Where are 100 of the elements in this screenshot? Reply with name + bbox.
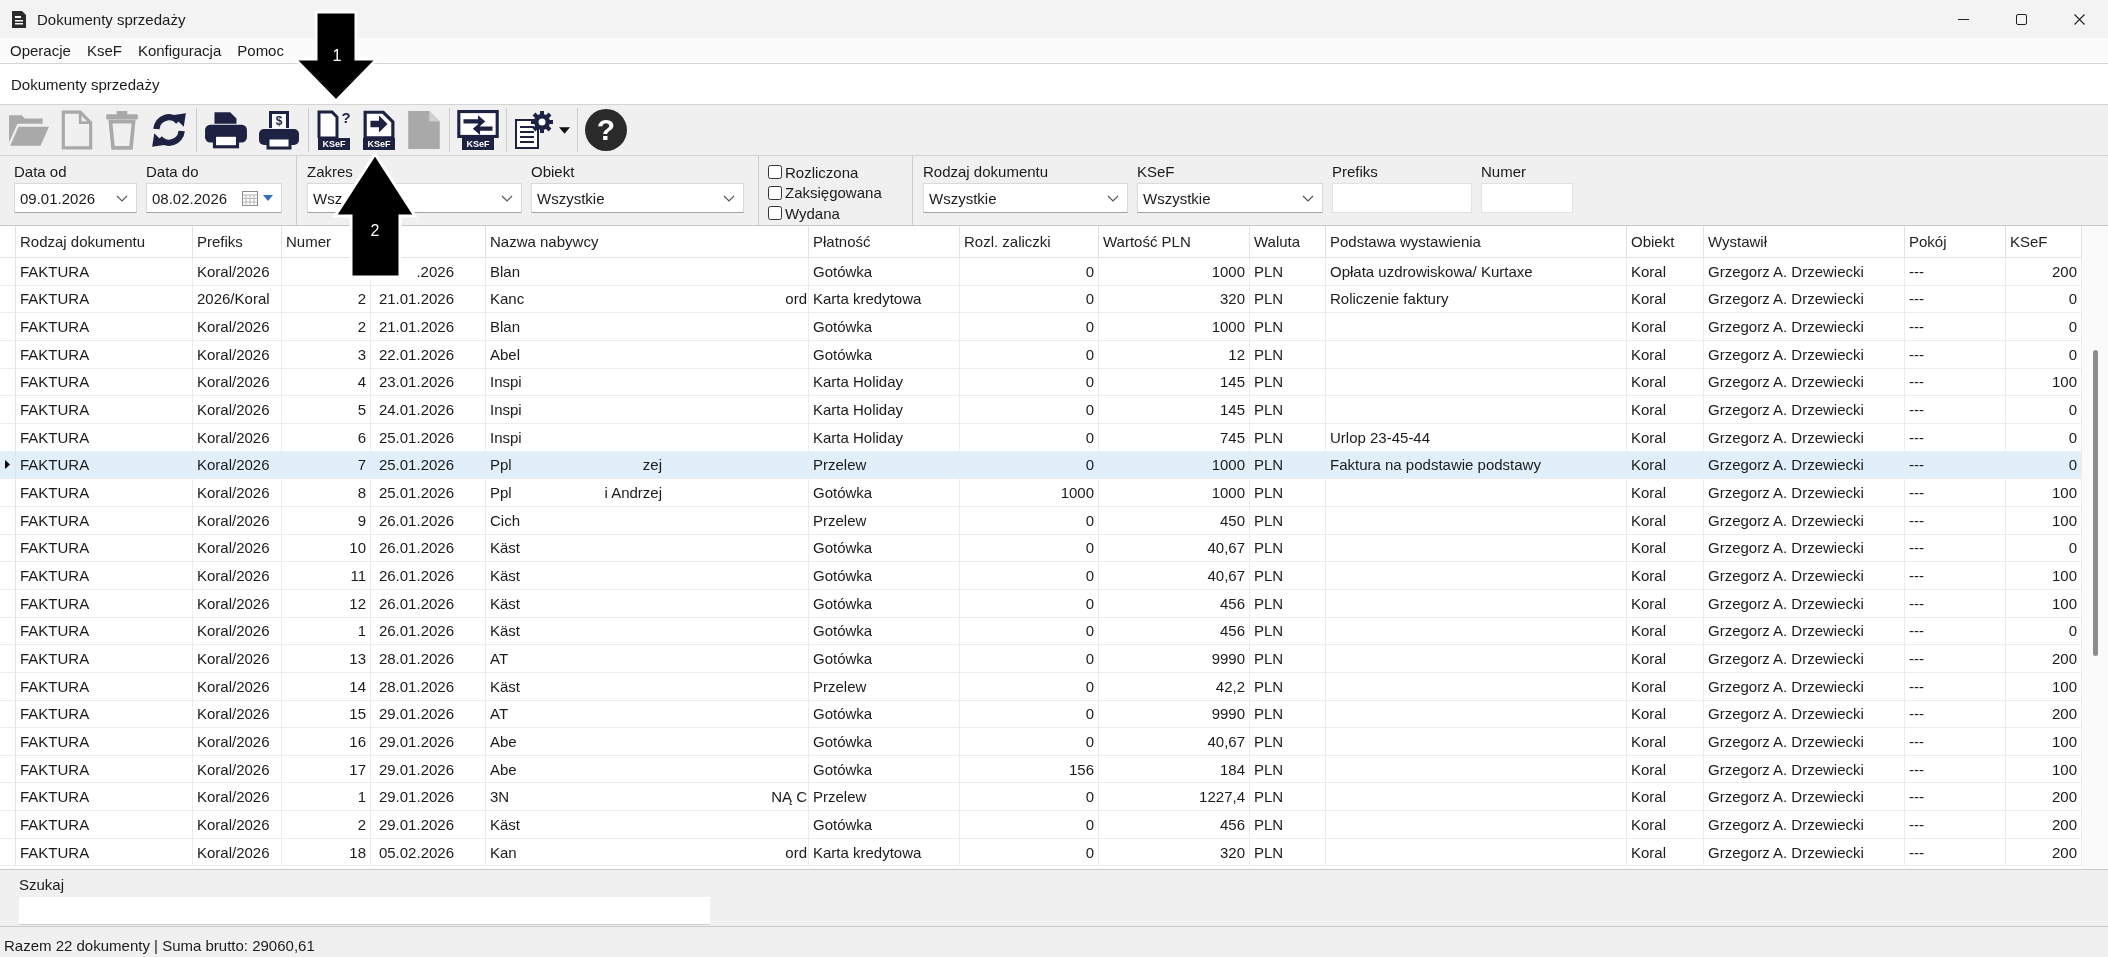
table-row[interactable]: FAKTURA Koral/2026 8 25.01.2026 Ppl i Andrzej Gotówka 1000 1000 PLN Koral Grzegorz A. Drzewiecki --- 100	[0, 479, 2082, 507]
table-row[interactable]: FAKTURA Koral/2026 7 25.01.2026 Ppl zej Przelew 0 1000 PLN Faktura na podstawie podstawy Koral Grzegorz A. Drzewiecki --- 0	[0, 451, 2082, 480]
table-cell: FAKTURA	[20, 456, 90, 474]
table-cell: ---	[1909, 290, 1924, 308]
table-cell: Koral	[1631, 428, 1667, 446]
table-row[interactable]: FAKTURA Koral/2026 9 26.01.2026 Cich Przelew 0 450 PLN Koral Grzegorz A. Drzewiecki --- 100	[0, 506, 2082, 535]
table-cell: Koral	[1631, 290, 1667, 308]
menu-item[interactable]: Operacje	[2, 40, 79, 61]
name-fragment: AT	[490, 705, 509, 723]
table-cell: ---	[1909, 511, 1924, 529]
table-row[interactable]: FAKTURA Koral/2026 1 26.01.2026 Käst Gotówka 0 456 PLN Koral Grzegorz A. Drzewiecki --- 0	[0, 617, 2082, 646]
date-field[interactable]: 09.01.2026	[14, 183, 137, 213]
table-cell: FAKTURA	[20, 760, 90, 778]
table-cell: 2026/Koral	[197, 290, 270, 308]
toolbar-button[interactable]: ? KSeF	[314, 107, 354, 153]
table-cell: 24.01.2026	[378, 401, 454, 419]
text-field[interactable]	[1481, 183, 1573, 213]
table-cell: 0	[1085, 401, 1094, 419]
dropdown[interactable]: Wszystkie	[531, 183, 744, 213]
table-row[interactable]: FAKTURA Koral/2026 12 26.01.2026 Käst Gotówka 0 456 PLN Koral Grzegorz A. Drzewiecki --- 100	[0, 589, 2082, 618]
dropdown[interactable]: Wszystkie	[923, 183, 1128, 213]
table-cell: FAKTURA	[20, 539, 90, 557]
scrollbar-thumb[interactable]	[2092, 350, 2098, 656]
column-header[interactable]: Waluta	[1254, 233, 1301, 250]
table-cell: 26.01.2026	[378, 511, 454, 529]
table-cell: 1000	[1211, 456, 1245, 474]
table-cell: Grzegorz A. Drzewiecki	[1708, 401, 1864, 419]
table-cell: Grzegorz A. Drzewiecki	[1708, 705, 1864, 723]
table-cell: 1000	[1211, 318, 1245, 336]
table-cell: 200	[2051, 815, 2077, 833]
menu-item[interactable]: Konfiguracja	[129, 40, 230, 61]
column-header[interactable]: KSeF	[2010, 233, 2048, 250]
column-header[interactable]: Numer	[286, 233, 331, 250]
table-cell: Grzegorz A. Drzewiecki	[1708, 262, 1864, 280]
maximize-icon	[2015, 13, 2027, 25]
table-cell: Karta Holiday	[813, 428, 904, 446]
table-row[interactable]: FAKTURA Koral/2026 2 29.01.2026 Käst Gotówka 0 456 PLN Koral Grzegorz A. Drzewiecki --- 200	[0, 811, 2082, 839]
table-cell: 6	[357, 428, 366, 446]
table-cell: Koral	[1631, 539, 1667, 557]
table-row[interactable]: FAKTURA Koral/2026 3 22.01.2026 Abel Gotówka 0 12 PLN Koral Grzegorz A. Drzewiecki --- 0	[0, 340, 2082, 369]
table-cell: Koral/2026	[197, 484, 270, 502]
table-row[interactable]: FAKTURA Koral/2026 2 21.01.2026 Blan Gotówka 0 1000 PLN Koral Grzegorz A. Drzewiecki --- 0	[0, 313, 2082, 341]
table-cell: Koral/2026	[197, 345, 270, 363]
table-row[interactable]: FAKTURA Koral/2026 17 29.01.2026 Abe Gotówka 156 184 PLN Koral Grzegorz A. Drzewiecki --- 100	[0, 755, 2082, 784]
search-field[interactable]	[19, 897, 710, 925]
table-cell: Koral	[1631, 484, 1667, 502]
table-cell: 0	[1085, 428, 1094, 446]
table-cell: 9990	[1211, 705, 1245, 723]
table-cell: ---	[1909, 594, 1924, 612]
menu-item[interactable]: KseF	[78, 40, 130, 61]
table-cell: ---	[1909, 622, 1924, 640]
table-cell: 29.01.2026	[378, 788, 454, 806]
table-row[interactable]: FAKTURA Koral/2026 11 26.01.2026 Käst Gotówka 0 40,67 PLN Koral Grzegorz A. Drzewiecki --- 100	[0, 562, 2082, 590]
dropdown[interactable]: Wszystkie	[1137, 183, 1323, 213]
table-cell: Grzegorz A. Drzewiecki	[1708, 290, 1864, 308]
table-row[interactable]: FAKTURA Koral/2026 16 29.01.2026 Abe Gotówka 0 40,67 PLN Koral Grzegorz A. Drzewiecki --- 100	[0, 728, 2082, 756]
table-cell: 320	[1219, 290, 1245, 308]
table-cell: 40,67	[1207, 733, 1245, 750]
table-row[interactable]: FAKTURA Koral/2026 10 26.01.2026 Käst Gotówka 0 40,67 PLN Koral Grzegorz A. Drzewiecki --- 0	[0, 534, 2082, 563]
column-header[interactable]: Rozl. zaliczki	[964, 233, 1051, 250]
table-row[interactable]: FAKTURA Koral/2026 5 24.01.2026 Inspi Karta Holiday 0 145 PLN Koral Grzegorz A. Drzewiecki --- 0	[0, 396, 2082, 424]
toolbar-button[interactable]: ?	[583, 107, 629, 153]
table-cell: PLN	[1254, 428, 1284, 446]
checkbox[interactable]	[768, 185, 782, 200]
table-cell: Koral/2026	[197, 539, 270, 557]
table-cell: Koral	[1631, 815, 1667, 833]
column-header[interactable]: Wystawił	[1708, 233, 1768, 250]
table-row[interactable]: FAKTURA Koral/2026 1 29.01.2026 3N NĄ C Przelew 0 1227,4 PLN Koral Grzegorz A. Drzewiecki --- 200	[0, 783, 2082, 812]
text-field[interactable]	[1332, 183, 1472, 213]
column-header[interactable]: Wartość PLN	[1103, 233, 1191, 250]
table-row[interactable]: FAKTURA Koral/2026 14 28.01.2026 Käst Przelew 0 42,2 PLN Koral Grzegorz A. Drzewiecki --- 100	[0, 672, 2082, 701]
checkbox[interactable]	[768, 206, 782, 221]
checkbox-label[interactable]: Rozliczona	[785, 163, 859, 181]
toolbar-button[interactable]: KSeF	[455, 107, 501, 153]
column-header[interactable]: Obiekt	[1631, 233, 1675, 250]
table-row[interactable]: FAKTURA Koral/2026 15 29.01.2026 AT Gotówka 0 9990 PLN Koral Grzegorz A. Drzewiecki --- 200	[0, 700, 2082, 729]
checkbox-label[interactable]: Wydana	[785, 204, 840, 222]
table-cell: 0	[2068, 290, 2077, 308]
column-header[interactable]: Prefiks	[197, 233, 243, 250]
toolbar-button[interactable]: $	[255, 107, 303, 153]
table-row[interactable]: FAKTURA Koral/2026 13 28.01.2026 AT Gotówka 0 9990 PLN Koral Grzegorz A. Drzewiecki --- 200	[0, 645, 2082, 673]
toolbar-button[interactable]: KSeF	[359, 107, 399, 153]
checkbox[interactable]	[768, 165, 782, 180]
table-cell: ---	[1909, 650, 1924, 667]
row-pointer-icon	[5, 460, 10, 470]
table-row[interactable]: FAKTURA Koral/2026 6 25.01.2026 Inspi Karta Holiday 0 745 PLN Urlop 23-45-44 Koral Grzegorz A. Drzewiecki --- 0	[0, 423, 2082, 452]
checkbox-label[interactable]: Zaksięgowana	[785, 184, 882, 202]
menu-item[interactable]: Pomoc	[229, 40, 292, 61]
column-header[interactable]: Podstawa wystawienia	[1330, 233, 1481, 250]
table-row[interactable]: FAKTURA Koral/2026 4 23.01.2026 Inspi Karta Holiday 0 145 PLN Koral Grzegorz A. Drzewiecki --- 100	[0, 368, 2082, 397]
column-header[interactable]: Płatność	[813, 233, 871, 250]
column-header[interactable]: Rodzaj dokumentu	[20, 233, 146, 250]
column-header[interactable]: Nazwa nabywcy	[490, 233, 599, 250]
table-cell: 8	[357, 484, 366, 502]
column-header[interactable]: Pokój	[1909, 233, 1947, 250]
table-cell: Gotówka	[813, 705, 873, 723]
date-field[interactable]: 08.02.2026	[146, 183, 282, 213]
table-row[interactable]: FAKTURA 2026/Koral 2 21.01.2026 Kanc ord Karta kredytowa 0 320 PLN Roliczenie faktury Koral Grzegorz A. Drzewiecki --- 0	[0, 285, 2082, 314]
table-row[interactable]: FAKTURA Koral/2026 18 05.02.2026 Kan ord Karta kredytowa 0 320 PLN Koral Grzegorz A. Drzewiecki --- 200	[0, 838, 2082, 867]
table-cell: 0	[2068, 401, 2077, 419]
